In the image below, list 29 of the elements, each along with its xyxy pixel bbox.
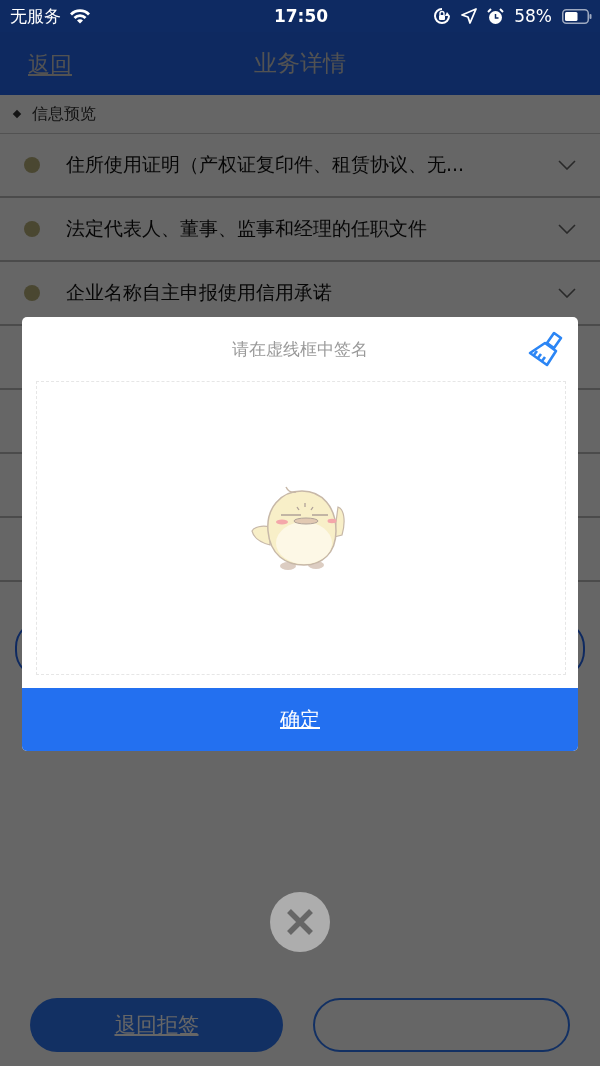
battery-icon xyxy=(562,8,592,24)
alarm-clock-icon xyxy=(487,7,505,25)
page-title: 业务详情 xyxy=(254,49,346,78)
chevron-down-icon xyxy=(558,224,576,234)
section-title: 信息预览 xyxy=(32,103,96,125)
document-row[interactable]: 住所使用证明（产权证复印件、租赁协议、无... xyxy=(0,134,600,198)
status-dot xyxy=(24,157,40,173)
document-title: 企业名称自主申报使用信用承诺 xyxy=(66,280,333,305)
diamond-bullet-icon xyxy=(12,109,22,119)
broom-icon[interactable] xyxy=(528,331,564,369)
close-icon xyxy=(285,907,315,937)
status-dot xyxy=(24,285,40,301)
confirm-button[interactable]: 确定 xyxy=(22,688,578,751)
clock-time: 17:50 xyxy=(273,6,329,26)
document-row[interactable]: 法定代表人、董事、监事和经理的任职文件 xyxy=(0,198,600,262)
battery-percentage: 58% xyxy=(514,6,552,26)
document-title: 住所使用证明（产权证复印件、租赁协议、无... xyxy=(66,152,466,177)
reject-button[interactable]: 退回拒签 xyxy=(30,998,283,1052)
carrier-label: 无服务 xyxy=(10,4,61,28)
wifi-icon xyxy=(69,8,91,24)
rotation-lock-icon xyxy=(433,7,452,25)
outline-button[interactable] xyxy=(313,998,570,1052)
back-link[interactable]: 返回 xyxy=(28,46,72,84)
status-dot xyxy=(24,221,40,237)
location-arrow-icon xyxy=(461,8,478,24)
chevron-down-icon xyxy=(558,160,576,170)
chevron-down-icon xyxy=(558,288,576,298)
document-title: 法定代表人、董事、监事和经理的任职文件 xyxy=(66,216,428,241)
dialog-title: 请在虚线框中签名 xyxy=(232,337,368,361)
